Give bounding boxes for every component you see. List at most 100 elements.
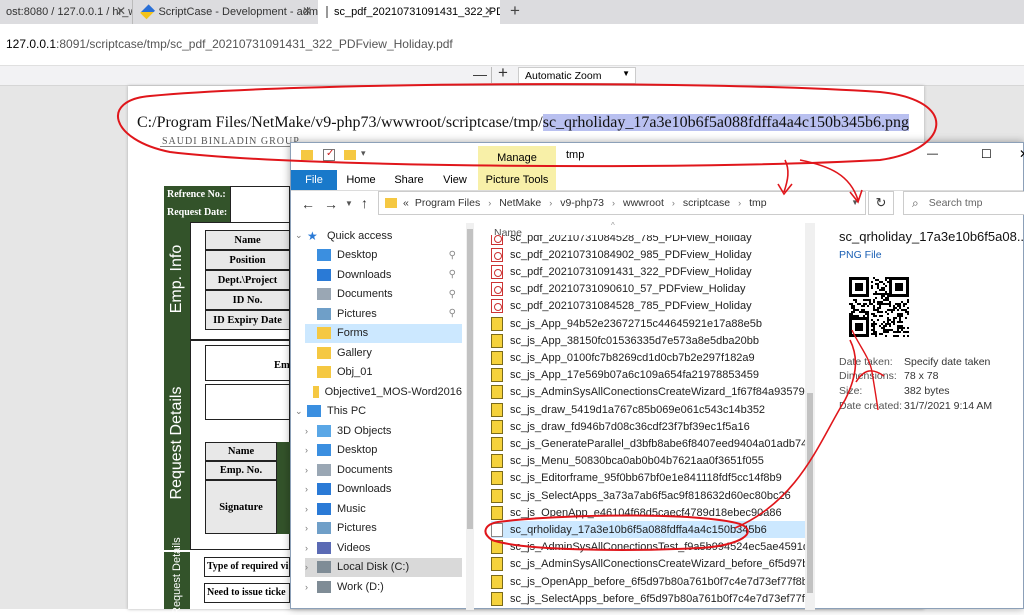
file-row[interactable]: sc_pdf_20210731084528_785_PDFview_Holida… xyxy=(491,298,807,315)
url-field[interactable]: 127.0.0.1:8091/scriptcase/tmp/sc_pdf_202… xyxy=(6,37,453,51)
file-row[interactable]: sc_pdf_20210731091431_322_PDFview_Holida… xyxy=(491,263,807,280)
close-icon[interactable]: ✕ xyxy=(116,4,126,18)
qr-module xyxy=(851,313,853,315)
breadcrumb-item[interactable]: v9-php73 xyxy=(560,197,604,209)
file-row[interactable]: sc_js_OpenApp_before_6f5d97b80a761b0f7c4… xyxy=(491,573,807,590)
file-row[interactable]: sc_js_SelectApps_3a73a7ab6f5ac9f818632d6… xyxy=(491,487,807,504)
breadcrumb-item[interactable]: scriptcase xyxy=(683,197,730,209)
details-value-date-taken[interactable]: Specify date taken xyxy=(904,356,990,368)
qr-module xyxy=(853,299,855,301)
file-row[interactable]: sc_js_draw_fd946b7d08c36cdf23f7bf39ec1f5… xyxy=(491,418,807,435)
breadcrumb-item[interactable]: NetMake xyxy=(499,197,541,209)
logo-underline xyxy=(160,146,300,147)
qr-module xyxy=(867,315,869,317)
sign-row-name: Name xyxy=(205,442,277,461)
file-name: sc_qrholiday_17a3e10b6f5a088fdffa4a4c150… xyxy=(510,523,767,536)
manage-tab[interactable]: Manage xyxy=(478,146,556,170)
filelist-scrollbar[interactable] xyxy=(805,223,815,610)
recent-dropdown-icon[interactable]: ▼ xyxy=(345,199,353,208)
qr-module xyxy=(889,329,891,331)
file-name: sc_js_SelectApps_3a73a7ab6f5ac9f818632d6… xyxy=(510,489,791,502)
qr-module xyxy=(907,335,909,337)
close-icon[interactable]: ✕ xyxy=(484,4,494,18)
forward-arrow-icon[interactable]: → xyxy=(324,196,338,212)
new-tab-button[interactable]: + xyxy=(510,1,520,21)
qr-module xyxy=(875,331,877,333)
close-button[interactable]: ✕ xyxy=(1019,147,1024,161)
zoom-out-button[interactable]: — xyxy=(473,66,487,82)
details-value-dimensions: 78 x 78 xyxy=(904,370,939,382)
browser-tab[interactable]: ost:8080 / 127.0.0.1 / hr_w ✕ xyxy=(0,0,132,24)
qr-module xyxy=(907,311,909,313)
qr-module xyxy=(899,317,901,319)
maximize-button[interactable]: ☐ xyxy=(981,147,992,161)
file-row[interactable]: sc_js_App_94b52e23672715c44645921e17a88e… xyxy=(491,315,807,332)
scrollbar-thumb[interactable] xyxy=(807,393,813,593)
js-file-icon xyxy=(491,350,503,365)
breadcrumb-overflow[interactable]: « xyxy=(403,197,409,209)
tab-label: ScriptCase - Development - adm xyxy=(158,6,318,18)
file-row[interactable]: sc_qrholiday_17a3e10b6f5a088fdffa4a4c150… xyxy=(491,521,805,539)
qr-module xyxy=(903,303,905,305)
file-row[interactable]: sc_js_AdminSysAllConectionsCreateWizard_… xyxy=(491,384,807,401)
up-arrow-icon[interactable]: ↑ xyxy=(361,195,368,211)
file-name: sc_js_AdminSysAllConectionsTest_f9a5b994… xyxy=(510,541,807,554)
properties-icon[interactable]: ✓ xyxy=(323,148,335,161)
tab-view[interactable]: View xyxy=(435,170,475,190)
details-label: Date taken: xyxy=(839,356,893,368)
js-file-icon xyxy=(491,368,503,383)
search-box[interactable]: ⌕ Search tmp xyxy=(903,191,1024,215)
breadcrumb-item[interactable]: Program Files xyxy=(415,197,480,209)
zoom-select[interactable]: Automatic Zoom ▼ xyxy=(518,67,636,84)
qr-module xyxy=(905,309,907,311)
file-row[interactable]: sc_pdf_20210731090610_57_PDFview_Holiday xyxy=(491,281,807,298)
file-row[interactable]: sc_js_GenerateParallel_d3bfb8abe6f8407ee… xyxy=(491,435,807,452)
close-icon[interactable]: ✕ xyxy=(302,4,312,18)
file-row[interactable]: sc_pdf_20210731084902_985_PDFview_Holida… xyxy=(491,246,807,263)
qr-module xyxy=(885,325,887,327)
qr-module xyxy=(897,325,899,327)
file-row[interactable]: sc_js_SelectApps_before_6f5d97b80a761b0f… xyxy=(491,590,807,607)
file-row[interactable]: sc_js_App_0100fc7b8269cd1d0cb7b2e297f182… xyxy=(491,349,807,366)
refresh-button[interactable]: ↻ xyxy=(868,191,894,215)
qr-module xyxy=(903,327,905,329)
browser-tab-bar: ost:8080 / 127.0.0.1 / hr_w ✕ ScriptCase… xyxy=(0,0,1024,24)
qr-module xyxy=(873,307,875,309)
minimize-button[interactable]: — xyxy=(927,148,938,160)
browser-tab-active[interactable]: sc_pdf_20210731091431_322_PDF ✕ xyxy=(318,0,500,24)
form-header-labels: Refrence No.: Request Date: xyxy=(164,186,230,223)
file-row[interactable]: sc_pdf_20210731084528_785_PDFview_Holida… xyxy=(491,235,807,246)
breadcrumb-item[interactable]: wwwroot xyxy=(623,197,664,209)
breadcrumb[interactable]: « Program Files › NetMake › v9-php73 › wwwr… xyxy=(378,191,866,215)
zoom-in-button[interactable]: + xyxy=(498,63,508,83)
qat-dropdown-icon[interactable]: ▾ xyxy=(361,148,366,159)
qr-module xyxy=(889,325,891,327)
breadcrumb-item[interactable]: tmp xyxy=(749,197,767,209)
qr-module xyxy=(865,303,867,305)
chevron-down-icon[interactable]: ▼ xyxy=(851,198,859,207)
tab-home[interactable]: Home xyxy=(341,170,381,190)
file-row[interactable]: sc_js_App_38150fc01536335d7e573a8e5dba20… xyxy=(491,332,807,349)
folder-icon xyxy=(385,198,397,208)
qr-module xyxy=(875,335,877,337)
new-folder-icon[interactable] xyxy=(344,150,356,160)
qr-module xyxy=(875,309,877,311)
qr-module xyxy=(901,301,903,303)
file-row[interactable]: sc_js_OpenApp_e46104f68d5caecf4789d18ebe… xyxy=(491,504,807,521)
tab-picture-tools[interactable]: Picture Tools xyxy=(478,170,556,190)
blank-cell xyxy=(205,384,290,420)
file-row[interactable]: sc_js_AdminSysAllConectionsTest_f9a5b994… xyxy=(491,539,807,556)
file-row[interactable]: sc_js_Editorframe_95f0bb67bf0e1e841118fd… xyxy=(491,470,807,487)
qr-module xyxy=(885,297,887,299)
browser-tab[interactable]: ScriptCase - Development - adm ✕ xyxy=(132,0,318,24)
file-row[interactable]: sc_js_App_17e569b07a6c109a654fa219788534… xyxy=(491,367,807,384)
file-row[interactable]: sc_js_AdminSysAllConectionsCreateWizard_… xyxy=(491,556,807,573)
file-row[interactable]: sc_js_draw_5419d1a767c85b069e061c543c14b… xyxy=(491,401,807,418)
back-arrow-icon[interactable]: ← xyxy=(301,196,315,212)
tab-file[interactable]: File xyxy=(291,170,337,190)
qr-module xyxy=(883,331,885,333)
tab-share[interactable]: Share xyxy=(389,170,429,190)
qr-module xyxy=(875,293,877,295)
file-row[interactable]: sc_js_Menu_50830bca0ab0b04b7621aa0f3651f… xyxy=(491,453,807,470)
qr-module xyxy=(899,321,901,323)
